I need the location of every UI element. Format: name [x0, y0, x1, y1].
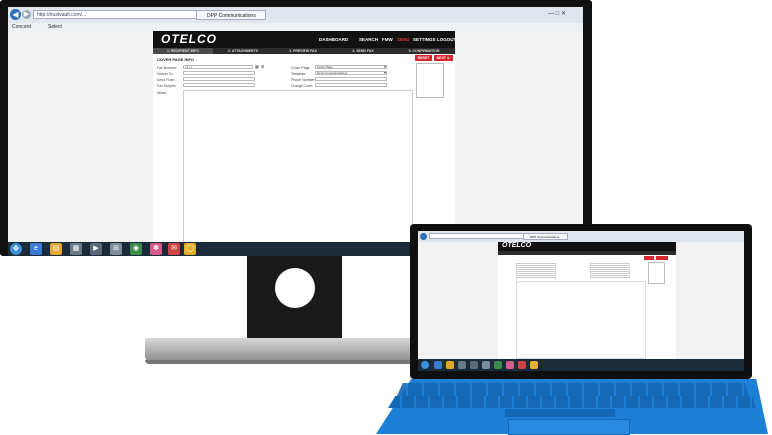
tablet-deliver-to-input[interactable] [516, 267, 556, 270]
tablet-next-button[interactable] [656, 256, 668, 260]
ie-icon[interactable]: e [30, 243, 42, 255]
charge-code-input[interactable] [315, 83, 387, 87]
chrome-icon[interactable] [530, 361, 538, 369]
address-book-icon[interactable]: ▦ [255, 64, 259, 69]
tablet-browser-tab[interactable]: DPP Communications [523, 233, 568, 240]
tablet-app-header: OTELCO [498, 242, 676, 251]
tablet-cover-page-select[interactable] [590, 263, 630, 266]
app-header: OTELCO DASHBOARD SEARCH FMW SEND SETTING… [153, 31, 456, 48]
nav-dashboard[interactable]: DASHBOARD [319, 37, 348, 42]
tablet-template-select[interactable] [590, 267, 630, 270]
paint-icon[interactable] [506, 361, 514, 369]
explorer-icon[interactable] [458, 361, 466, 369]
cover-page-form: COVER PAGE INFO RESET NEXT ► Fax Number:… [153, 54, 455, 249]
chrome-icon[interactable]: ◯ [184, 243, 196, 255]
reset-button[interactable]: RESET [415, 55, 432, 61]
window-controls[interactable]: — □ ✕ [548, 10, 566, 17]
tablet-reset-button[interactable] [644, 256, 654, 260]
template-select[interactable]: Gmvt Communications [315, 71, 387, 75]
phone-number-label: Phone Number: [291, 78, 316, 82]
browser-toolbar: ◀ ▶ http://trustvault.com/... DPP Commun… [8, 7, 583, 23]
keyboard-spacebar [505, 409, 615, 417]
next-button[interactable]: NEXT ► [434, 55, 453, 61]
add-recipient-icon[interactable]: ⊞ [261, 64, 264, 69]
start-button[interactable]: ❖ [10, 243, 22, 255]
browser-tab[interactable]: DPP Communications [196, 10, 266, 20]
nav-settings[interactable]: SETTINGS [413, 37, 436, 42]
media-icon[interactable] [470, 361, 478, 369]
deliver-to-label: Deliver To: [157, 72, 174, 76]
tablet-taskbar [418, 359, 744, 371]
tablet-start-button[interactable] [421, 361, 429, 369]
chevron-down-icon[interactable]: ▾ [384, 70, 386, 75]
phone-number-input[interactable] [315, 77, 387, 81]
notes-label: Notes: [157, 91, 168, 95]
fax-subject-label: Fax Subject: [157, 84, 177, 88]
charge-code-label: Charge Code: [291, 84, 313, 88]
template-label: Template: [291, 72, 307, 76]
send-from-label: Send From: [157, 78, 176, 82]
fax-number-label: Fax Number: [157, 66, 178, 70]
back-button[interactable]: ◀ [10, 9, 21, 20]
otelco-logo: OTELCO [161, 32, 217, 46]
tablet-notes-textarea[interactable] [516, 281, 646, 359]
tablet-fax-app: OTELCO [418, 242, 744, 359]
tablet-back-button[interactable] [420, 233, 427, 240]
tablet-cover-thumbnail[interactable] [648, 262, 665, 284]
mail-icon[interactable] [518, 361, 526, 369]
stand-cable-hole [275, 268, 315, 308]
keyboard-trackpad [508, 419, 630, 435]
nav-logout[interactable]: LOGOUT [437, 37, 456, 42]
folder-icon[interactable]: ▤ [50, 243, 62, 255]
mail-icon[interactable]: ✉ [168, 243, 180, 255]
favorite-item-select[interactable]: Select [48, 23, 62, 31]
send-from-input[interactable] [183, 77, 255, 81]
tablet-fax-subject-input[interactable] [516, 275, 556, 278]
network-icon[interactable]: ◉ [130, 243, 142, 255]
stand-base-edge [145, 360, 445, 364]
deliver-to-input[interactable] [183, 71, 255, 75]
page-title: COVER PAGE INFO [157, 57, 195, 62]
tablet-cover-page-form [498, 255, 676, 359]
cover-page-label: Cover Page: [291, 66, 311, 70]
tablet-browser-toolbar: DPP Communications [418, 231, 744, 242]
tablet-screen: DPP Communications OTELCO [418, 231, 744, 371]
explorer-icon[interactable]: ▦ [70, 243, 82, 255]
fax-number-input[interactable]: +1 ( ) [183, 65, 253, 69]
tablet-fax-number-input[interactable] [516, 263, 556, 266]
nav-fmw[interactable]: FMW [382, 37, 393, 42]
tablet-otelco-logo: OTELCO [502, 242, 532, 249]
tablet-charge-code-input[interactable] [590, 275, 630, 278]
forward-button[interactable]: ▶ [22, 10, 31, 19]
paint-icon[interactable]: ✽ [150, 243, 162, 255]
media-icon[interactable]: ▶ [90, 243, 102, 255]
monitor-screen: ◀ ▶ http://trustvault.com/... DPP Commun… [8, 7, 583, 249]
monitor-stand-base [145, 338, 445, 362]
calculator-icon[interactable]: ⊞ [110, 243, 122, 255]
tablet-send-from-input[interactable] [516, 271, 556, 274]
nav-search[interactable]: SEARCH [359, 37, 378, 42]
fax-app: OTELCO DASHBOARD SEARCH FMW SEND SETTING… [8, 31, 583, 249]
cover-page-select[interactable]: Cover Page [315, 65, 387, 69]
favorite-item-concord[interactable]: Concord [12, 23, 31, 31]
cover-page-thumbnail[interactable] [416, 63, 444, 98]
keyboard-keys-middle-row [388, 396, 756, 408]
chevron-down-icon[interactable]: ▾ [384, 64, 386, 69]
notes-textarea[interactable] [183, 90, 413, 244]
ie-icon[interactable] [434, 361, 442, 369]
network-icon[interactable] [494, 361, 502, 369]
nav-send[interactable]: SEND [397, 37, 410, 42]
tablet-phone-number-input[interactable] [590, 271, 630, 274]
calculator-icon[interactable] [482, 361, 490, 369]
folder-icon[interactable] [446, 361, 454, 369]
fax-subject-input[interactable] [183, 83, 255, 87]
